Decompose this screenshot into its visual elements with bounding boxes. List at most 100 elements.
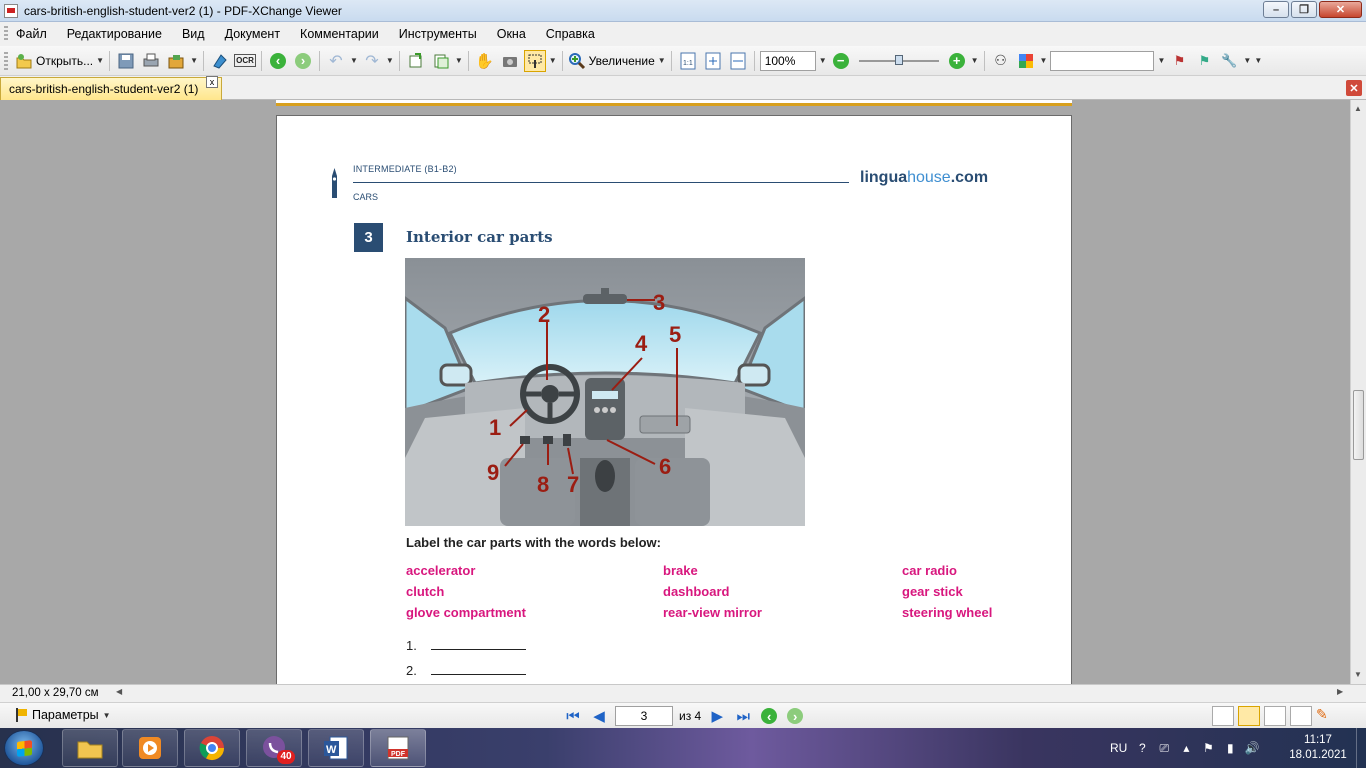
taskbar-chrome[interactable] [184,729,240,767]
menu-document[interactable]: Документ [225,27,280,41]
brand-part-bold: lingua [860,169,908,186]
taskbar-media-player[interactable] [122,729,178,767]
scroll-up-icon[interactable]: ▲ [1354,104,1362,113]
tab-close-button[interactable]: x [206,76,218,88]
open-dropdown-icon[interactable]: ▼ [96,56,104,65]
previous-page-button[interactable]: ◀ [589,706,609,726]
next-page-button[interactable]: ▶ [707,706,727,726]
toolbar-overflow-icon[interactable]: ▼ [1254,56,1262,65]
zoom-tool-button[interactable]: Увеличение ▼ [568,52,666,70]
menu-edit[interactable]: Редактирование [67,27,162,41]
menu-grip[interactable] [4,26,8,42]
tray-expand-icon[interactable]: ▴ [1179,741,1193,755]
current-page-input[interactable]: 3 [615,706,673,726]
continuous-facing-view-button[interactable] [1290,706,1312,726]
search-input[interactable] [1050,50,1155,71]
zoom-in-button[interactable]: + [946,50,968,72]
scroll-right-icon[interactable]: ▶ [1337,687,1343,696]
wrench-icon: 🔧 [1221,52,1238,68]
open-button[interactable]: Открыть... ▼ [15,52,104,70]
menu-help[interactable]: Справка [546,27,595,41]
action-center-icon[interactable]: ⚑ [1201,741,1215,755]
vertical-scrollbar[interactable]: ▲ ▼ [1350,100,1366,684]
document-viewport[interactable]: INTERMEDIATE (B1-B2) CARS linguahouse.co… [0,100,1350,684]
undo-dropdown-icon[interactable]: ▼ [350,56,358,65]
actual-size-button[interactable]: 1:1 [677,50,699,72]
hand-tool-button[interactable]: ✋ [474,50,496,72]
zoom-out-button[interactable]: − [830,50,852,72]
rotate-button[interactable] [405,50,427,72]
network-icon[interactable]: ⎚ [1157,741,1171,755]
close-window-button[interactable]: ✕ [1319,1,1362,18]
volume-icon[interactable]: 🔊 [1245,741,1260,755]
menu-view[interactable]: Вид [182,27,205,41]
scrollbar-thumb[interactable] [1353,390,1364,460]
google-dropdown-icon[interactable]: ▼ [1040,56,1048,65]
select-text-button[interactable] [523,49,546,72]
close-document-icon[interactable]: ✕ [1346,80,1362,96]
redo-button[interactable]: ↷ [361,50,383,72]
zoom-level-input[interactable]: 100% [759,50,816,71]
find-next-button[interactable]: ⚑ [1193,50,1215,72]
clock[interactable]: 11:17 18.01.2021 [1280,733,1356,763]
menu-windows[interactable]: Окна [497,27,526,41]
forward-button[interactable]: › [292,50,314,72]
minimize-button[interactable]: – [1263,1,1289,18]
first-page-button[interactable]: ⏮ [563,706,583,726]
ocr-button[interactable]: OCR [234,50,256,72]
menu-comments[interactable]: Комментарии [300,27,379,41]
view-back-button[interactable]: ‹ [759,706,779,726]
parameters-dropdown-icon[interactable]: ▼ [103,711,111,720]
taskbar-word[interactable]: W [308,729,364,767]
pen-tool-button[interactable]: ✎ [1316,706,1338,726]
last-page-button[interactable]: ⏭ [733,706,753,726]
maximize-button[interactable]: ❐ [1291,1,1317,18]
find-button[interactable]: ⚇ [990,50,1012,72]
document-tab[interactable]: cars-british-english-student-ver2 (1) [0,77,222,100]
taskbar-explorer[interactable] [62,729,118,767]
menu-file[interactable]: Файл [16,27,47,41]
toolbar-separator [109,50,111,71]
pages-dropdown-icon[interactable]: ▼ [455,56,463,65]
signal-icon[interactable]: ▮ [1223,741,1237,755]
select-dropdown-icon[interactable]: ▼ [549,56,557,65]
callout-1: 1 [489,415,501,440]
parameters-button[interactable]: Параметры ▼ [16,708,111,722]
toolbar-grip[interactable] [4,51,8,70]
taskbar-pdf-xchange[interactable]: PDF [370,729,426,767]
zoom-in-dropdown-icon[interactable]: ▼ [971,56,979,65]
scroll-left-icon[interactable]: ◀ [116,687,122,696]
show-desktop-button[interactable] [1356,728,1366,768]
search-dropdown-icon[interactable]: ▼ [1157,56,1165,65]
pages-button[interactable] [430,50,452,72]
find-prev-button[interactable]: ⚑ [1168,50,1190,72]
menu-tools[interactable]: Инструменты [399,27,477,41]
help-icon[interactable]: ? [1135,741,1149,755]
scan-button[interactable] [209,50,231,72]
fit-width-button[interactable] [727,50,749,72]
view-forward-button[interactable]: › [785,706,805,726]
undo-button[interactable]: ↶ [325,50,347,72]
scroll-down-icon[interactable]: ▼ [1354,670,1362,679]
zoom-slider[interactable] [858,54,939,65]
start-button[interactable] [4,730,44,766]
zoom-slider-thumb[interactable] [894,54,903,65]
email-button[interactable] [165,50,187,72]
tools-button[interactable]: 🔧 [1218,50,1240,72]
tools-dropdown-icon[interactable]: ▼ [1243,56,1251,65]
zoom-level-dropdown-icon[interactable]: ▼ [819,56,827,65]
taskbar-viber[interactable]: 40 [246,729,302,767]
snapshot-button[interactable] [499,50,521,72]
language-indicator[interactable]: RU [1110,741,1127,755]
fit-page-button[interactable] [702,50,724,72]
zoom-tool-dropdown-icon[interactable]: ▼ [658,56,666,65]
redo-dropdown-icon[interactable]: ▼ [386,56,394,65]
email-dropdown-icon[interactable]: ▼ [190,56,198,65]
save-button[interactable] [115,50,137,72]
back-button[interactable]: ‹ [267,50,289,72]
single-page-view-button[interactable] [1212,706,1234,726]
facing-view-button[interactable] [1264,706,1286,726]
print-button[interactable] [140,50,162,72]
google-search-button[interactable] [1015,50,1037,72]
continuous-view-button[interactable] [1238,706,1260,726]
